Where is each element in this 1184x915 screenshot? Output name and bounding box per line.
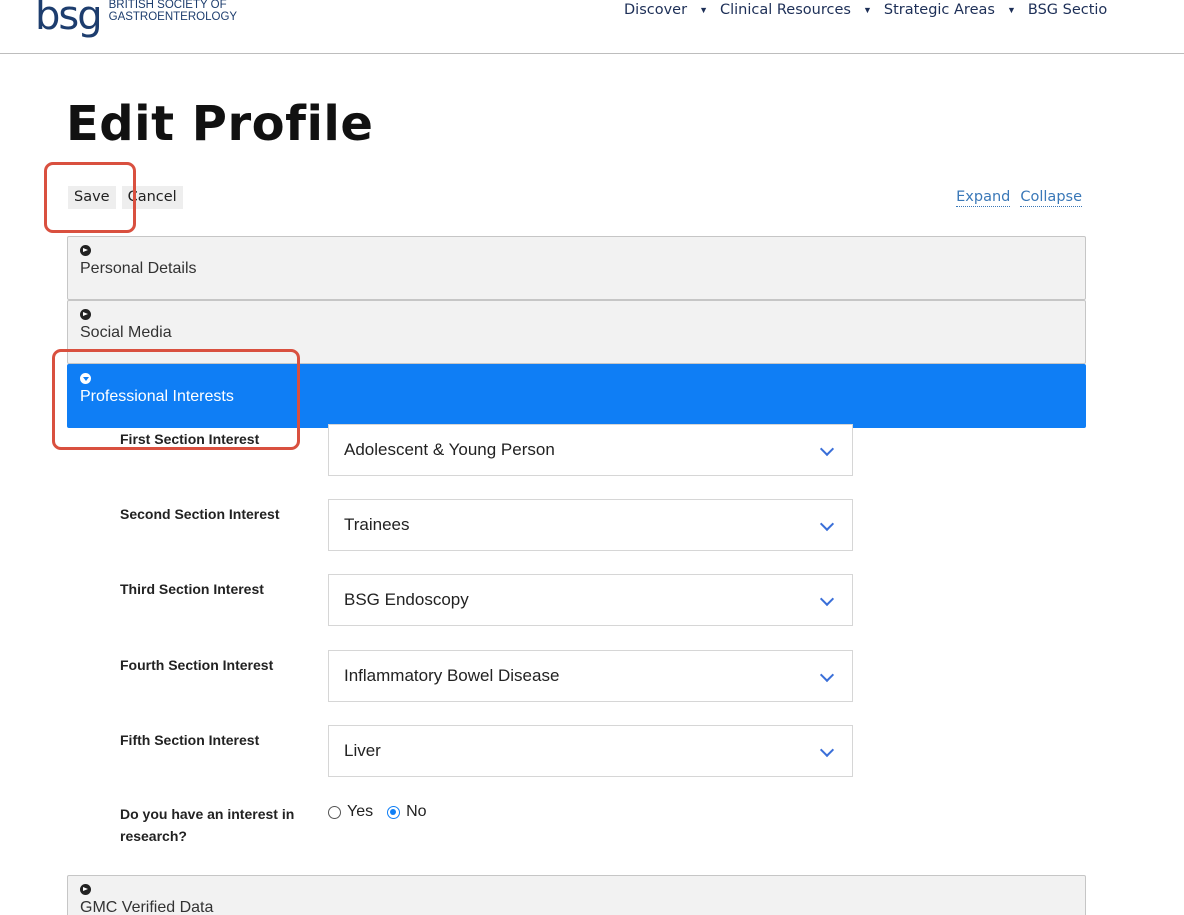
- first-interest-select[interactable]: Adolescent & Young Person: [328, 424, 853, 476]
- select-value: Liver: [344, 741, 381, 760]
- arrow-right-circle-icon: [80, 309, 91, 320]
- caret-down-icon: ▼: [699, 5, 708, 15]
- select-value: Inflammatory Bowel Disease: [344, 666, 560, 685]
- research-yes-label[interactable]: Yes: [347, 803, 373, 821]
- second-interest-select[interactable]: Trainees: [328, 499, 853, 551]
- logo-text: BRITISH SOCIETY OF GASTROENTEROLOGY: [109, 0, 237, 36]
- select-value: BSG Endoscopy: [344, 590, 469, 609]
- annotation-box-professional-interests: [52, 349, 300, 450]
- nav-discover[interactable]: Discover: [624, 2, 687, 18]
- collapse-link[interactable]: Collapse: [1020, 188, 1082, 207]
- research-no-label[interactable]: No: [406, 803, 426, 821]
- second-interest-label: Second Section Interest: [120, 506, 280, 522]
- chevron-down-icon: [819, 591, 835, 607]
- third-interest-label: Third Section Interest: [120, 581, 264, 597]
- fourth-interest-label: Fourth Section Interest: [120, 657, 274, 673]
- third-interest-select[interactable]: BSG Endoscopy: [328, 574, 853, 626]
- section-personal-details[interactable]: Personal Details: [67, 236, 1086, 300]
- logo-mark: bsg: [35, 0, 103, 39]
- arrow-right-circle-icon: [80, 245, 91, 256]
- arrow-right-circle-icon: [80, 884, 91, 895]
- top-nav: Discover ▼ Clinical Resources ▼ Strategi…: [624, 0, 1107, 20]
- chevron-down-icon: [819, 441, 835, 457]
- chevron-down-icon: [819, 742, 835, 758]
- section-title: Personal Details: [80, 260, 197, 277]
- nav-clinical-resources[interactable]: Clinical Resources: [720, 2, 851, 18]
- section-title: Social Media: [80, 324, 172, 341]
- section-title: GMC Verified Data: [80, 899, 214, 915]
- research-no-radio[interactable]: [387, 805, 401, 819]
- site-header: bsg BRITISH SOCIETY OF GASTROENTEROLOGY …: [0, 0, 1184, 54]
- fifth-interest-label: Fifth Section Interest: [120, 732, 260, 748]
- expand-link[interactable]: Expand: [956, 188, 1011, 207]
- chevron-down-icon: [819, 516, 835, 532]
- nav-strategic-areas[interactable]: Strategic Areas: [884, 2, 995, 18]
- annotation-box-save: [44, 162, 136, 233]
- section-gmc-verified-data[interactable]: GMC Verified Data: [67, 875, 1086, 915]
- research-yes-radio[interactable]: [328, 805, 341, 819]
- caret-down-icon: ▼: [1006, 5, 1016, 15]
- logo-line-1: BRITISH SOCIETY OF: [108, 0, 227, 11]
- bsg-logo[interactable]: bsg BRITISH SOCIETY OF GASTROENTEROLOGY: [35, 0, 237, 36]
- page-title: Edit Profile: [66, 96, 374, 152]
- select-value: Trainees: [344, 515, 410, 534]
- fifth-interest-select[interactable]: Liver: [328, 725, 853, 777]
- select-value: Adolescent & Young Person: [344, 440, 555, 459]
- chevron-down-icon: [819, 667, 835, 683]
- research-label: Do you have an interest in research?: [120, 806, 295, 844]
- research-radio-group: Yes No: [328, 803, 427, 821]
- fourth-interest-select[interactable]: Inflammatory Bowel Disease: [328, 650, 853, 702]
- caret-down-icon: ▼: [862, 5, 872, 15]
- logo-line-2: GASTROENTEROLOGY: [108, 11, 238, 23]
- nav-bsg-sections[interactable]: BSG Sectio: [1028, 2, 1107, 18]
- expand-collapse-links: Expand Collapse: [956, 188, 1082, 207]
